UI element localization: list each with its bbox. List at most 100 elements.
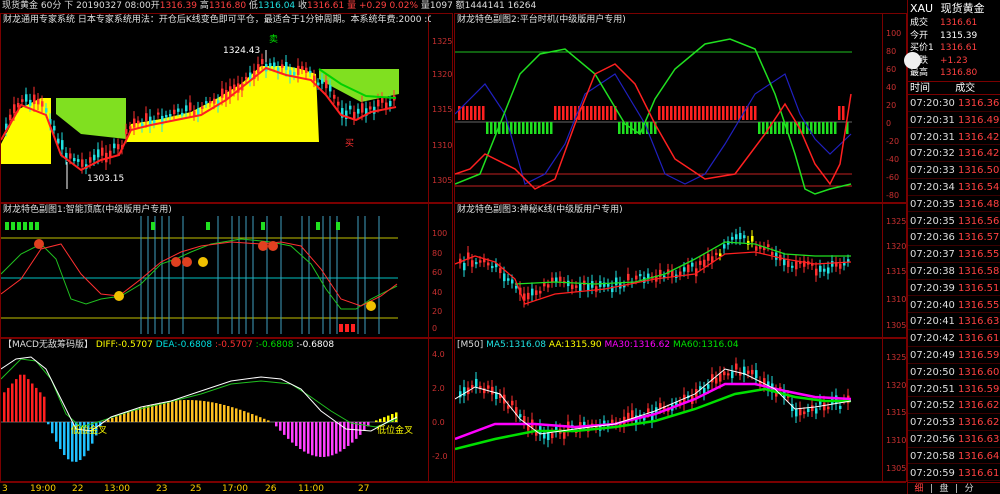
macd-bar (131, 410, 134, 422)
tick-row: 07:20:50 1316.60 (908, 365, 1000, 381)
signal-bar (826, 122, 829, 134)
price-low-label: 1303.15 (87, 174, 125, 184)
candle-body (125, 129, 128, 135)
macd-bar (31, 383, 34, 422)
macd-bar (27, 379, 30, 422)
candle-body (245, 76, 248, 80)
top-bar (23, 222, 27, 230)
macd-bar (199, 400, 202, 422)
candle-body (45, 108, 48, 113)
sub2-chart-svg (455, 38, 852, 195)
top-bar (261, 222, 265, 230)
candle-body (543, 283, 546, 287)
candle-body (783, 258, 786, 266)
tick-time: 07:20:31 (910, 114, 955, 126)
candle-body (213, 98, 216, 104)
candle-body (97, 149, 100, 158)
candle-body (823, 268, 826, 272)
candle-body (69, 153, 72, 159)
signal-bar (586, 106, 589, 120)
sub3-y-axis: 1325 1320 1315 1310 1305 (882, 204, 906, 337)
macd-panel[interactable]: 【MACD无敌筹码版】 DIFF:-0.5707 DEA:-0.6808 :-0… (0, 338, 453, 482)
macd-bar (167, 401, 170, 422)
macd-bar (347, 422, 350, 446)
y-tick: 1315 (886, 267, 907, 276)
macd-bar (63, 422, 66, 456)
macd-bar (339, 422, 342, 452)
candle-body (209, 101, 212, 104)
tick-time: 07:20:53 (910, 417, 955, 429)
top-bar (336, 222, 340, 230)
tick-time: 07:20:33 (910, 165, 955, 177)
tab-book[interactable]: 盘 (933, 483, 955, 494)
ma-y-axis: 1325 1320 1315 1310 1305 (882, 339, 906, 481)
signal-bar (526, 122, 529, 134)
signal-bar (710, 106, 713, 120)
unit: 下 (64, 1, 74, 11)
candle-body (13, 104, 16, 114)
candle-body (579, 283, 582, 292)
signal-bar (830, 122, 833, 134)
candle-body (747, 370, 750, 374)
tick-time: 07:20:42 (910, 333, 955, 345)
tick-price: 1316.57 (958, 232, 1000, 244)
tick-row: 07:20:37 1316.55 (908, 247, 1000, 263)
quote-row-value: +1.23 (940, 55, 968, 66)
ma-panel[interactable]: [M50] MA5:1316.08 AA:1315.90 MA30:1316.6… (454, 338, 907, 482)
tick-price: 1316.51 (958, 282, 1000, 294)
signal-bar (778, 122, 781, 134)
bottom-bar (345, 324, 349, 332)
tick-time: 07:20:50 (910, 366, 955, 378)
candle-body (515, 285, 518, 289)
macd-bar (375, 420, 378, 422)
candle-body (487, 262, 490, 266)
tick-time: 07:20:51 (910, 383, 955, 395)
tick-time: 07:20:41 (910, 316, 955, 328)
candle-body (309, 70, 312, 74)
y-tick: 0 (886, 119, 892, 128)
macd-bar (187, 400, 190, 422)
candle-body (281, 64, 284, 68)
tick-row: 07:20:59 1316.61 (908, 466, 1000, 482)
quote-row-label: 今开 (910, 30, 929, 41)
candle-body (755, 370, 758, 379)
candle-body (349, 105, 352, 110)
x-tick: 25 (190, 484, 202, 494)
main-chart-panel[interactable]: 财龙通用专家系统 日本专家系统用法：开仓后K线变色即可平仓，最适合于1分钟周期。… (0, 13, 453, 203)
candle-body (535, 290, 538, 295)
candle-body (807, 408, 810, 412)
macd-bar (159, 402, 162, 422)
candle-body (707, 253, 710, 261)
macd-bar (331, 422, 334, 456)
signal-bar (842, 106, 845, 120)
signal-bar (626, 122, 629, 134)
y-tick: 2.0 (432, 384, 445, 393)
macd-bar (323, 422, 326, 457)
top-signal-dot (182, 257, 192, 267)
macd-bar (279, 422, 282, 431)
macd-dea: DEA:-0.6808 (155, 340, 213, 350)
signal-bar (730, 106, 733, 120)
symbol-name: 现货黄金 (2, 1, 39, 11)
sub3-panel[interactable]: 财龙特色副图3:神秘K线(中级版用户专用) 1325 1320 1315 131… (454, 203, 907, 338)
signal-bar (538, 122, 541, 134)
top-signal-dot (268, 241, 278, 251)
tick-price: 1316.58 (958, 266, 1000, 277)
y-tick: 1315 (886, 408, 907, 417)
candle-body (571, 284, 574, 290)
floating-button[interactable] (904, 52, 921, 69)
macd-bar (243, 411, 246, 422)
signal-bar (582, 106, 585, 120)
candle-body (795, 409, 798, 417)
candle-body (499, 268, 502, 274)
sub1-panel[interactable]: 财龙特色副图1:智能顶底(中级版用户专用) 100 80 60 40 20 0 (0, 203, 453, 338)
candle-body (771, 251, 774, 256)
x-tick: 19:00 (30, 484, 56, 494)
period[interactable]: 60分 (41, 1, 61, 11)
main-chart-svg (1, 50, 399, 189)
tab-detail[interactable]: 细 (908, 483, 930, 494)
sub2-panel[interactable]: 财龙特色副图2:平台时机(中级版用户专用) 100 80 60 40 20 0 … (454, 13, 907, 203)
macd-v5: :-0.6808 (296, 340, 335, 350)
tab-split[interactable]: 分 (958, 483, 980, 494)
quote-code: XAU (910, 2, 934, 15)
